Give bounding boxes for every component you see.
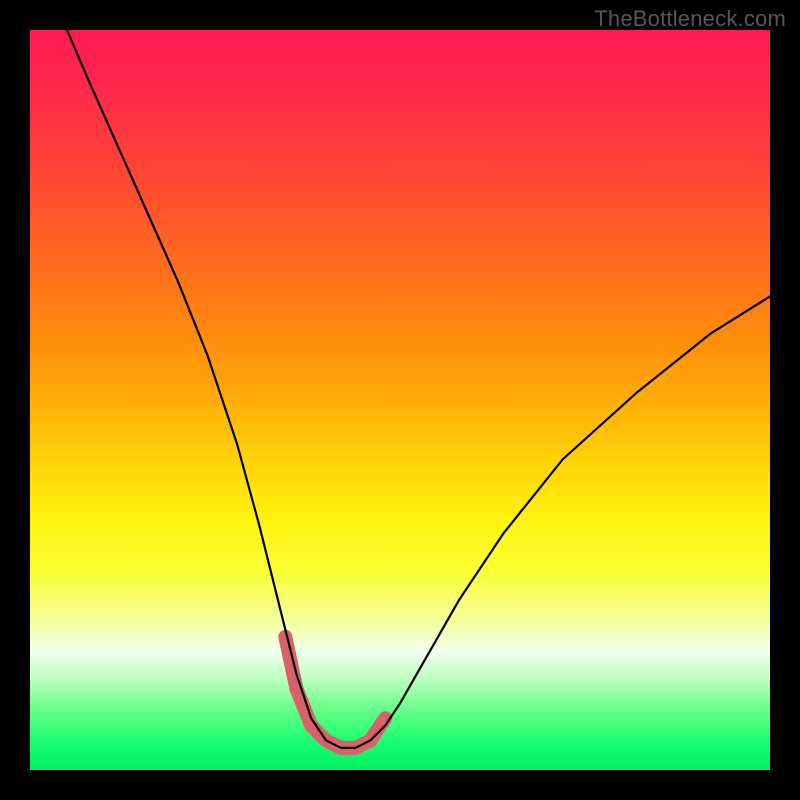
plot-area bbox=[30, 30, 770, 770]
optimal-zone-highlight bbox=[285, 637, 385, 748]
bottleneck-curve bbox=[67, 30, 770, 748]
chart-svg bbox=[30, 30, 770, 770]
chart-frame: TheBottleneck.com bbox=[0, 0, 800, 800]
watermark-label: TheBottleneck.com bbox=[594, 6, 786, 32]
